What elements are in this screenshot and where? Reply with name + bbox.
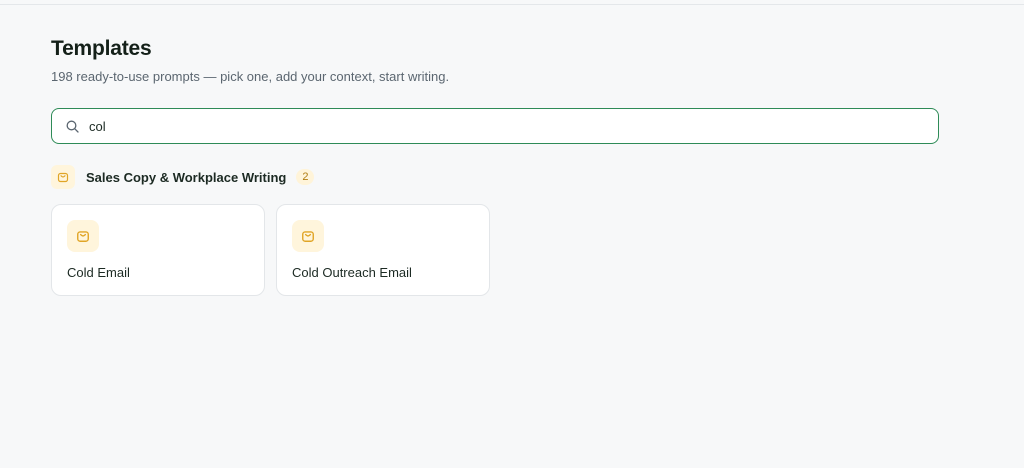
template-card-cold-email[interactable]: Cold Email (51, 204, 265, 296)
search-box[interactable] (51, 108, 939, 144)
search-input[interactable] (89, 116, 938, 136)
top-divider (0, 4, 1024, 5)
category-header: Sales Copy & Workplace Writing 2 (51, 165, 315, 189)
template-card-title: Cold Email (67, 265, 130, 280)
templates-page: Templates 198 ready-to-use prompts — pic… (51, 36, 941, 296)
template-card-title: Cold Outreach Email (292, 265, 412, 280)
search-icon (65, 119, 79, 133)
category-count-badge: 2 (296, 169, 315, 185)
page-title: Templates (51, 37, 152, 60)
shopping-bag-icon (292, 220, 324, 252)
category-label: Sales Copy & Workplace Writing (86, 169, 287, 185)
template-card-list: Cold Email Cold Outreach Email (51, 204, 490, 296)
shopping-bag-icon (51, 165, 75, 189)
template-card-cold-outreach-email[interactable]: Cold Outreach Email (276, 204, 490, 296)
shopping-bag-icon (67, 220, 99, 252)
page-subtitle: 198 ready-to-use prompts — pick one, add… (51, 69, 450, 84)
